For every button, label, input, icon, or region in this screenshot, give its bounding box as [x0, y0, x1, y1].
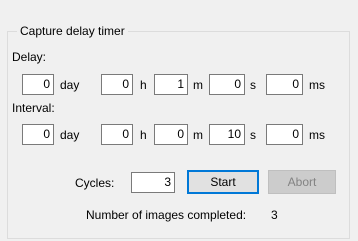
images-completed-label: Number of images completed: — [86, 208, 247, 222]
delay-millisecond-input[interactable]: 0 — [266, 74, 303, 95]
abort-button[interactable]: Abort — [268, 170, 336, 194]
interval-second-unit: s — [250, 128, 256, 142]
delay-hour-input[interactable]: 0 — [101, 74, 133, 95]
delay-millisecond-unit: ms — [309, 78, 325, 92]
interval-day-unit: day — [60, 128, 80, 142]
delay-day-unit: day — [60, 78, 80, 92]
images-completed-count: 3 — [271, 208, 278, 222]
group-title: Capture delay timer — [17, 24, 128, 38]
interval-day-input[interactable]: 0 — [22, 124, 54, 145]
interval-hour-input[interactable]: 0 — [101, 124, 133, 145]
capture-delay-timer-panel: Capture delay timer Delay: 0 day 0 h 1 m… — [0, 0, 358, 241]
delay-minute-input[interactable]: 1 — [154, 74, 188, 95]
delay-day-input[interactable]: 0 — [22, 74, 54, 95]
cycles-label: Cycles: — [75, 176, 115, 190]
delay-label: Delay: — [12, 50, 47, 64]
interval-hour-unit: h — [140, 128, 147, 142]
start-button[interactable]: Start — [187, 170, 259, 194]
cycles-input[interactable]: 3 — [131, 172, 175, 193]
interval-label: Interval: — [12, 101, 55, 115]
interval-minute-unit: m — [193, 128, 203, 142]
interval-millisecond-unit: ms — [309, 128, 325, 142]
interval-minute-input[interactable]: 0 — [154, 124, 188, 145]
delay-minute-unit: m — [193, 78, 203, 92]
interval-second-input[interactable]: 10 — [209, 124, 245, 145]
delay-second-unit: s — [250, 78, 256, 92]
delay-hour-unit: h — [140, 78, 147, 92]
interval-millisecond-input[interactable]: 0 — [266, 124, 303, 145]
delay-second-input[interactable]: 0 — [209, 74, 245, 95]
